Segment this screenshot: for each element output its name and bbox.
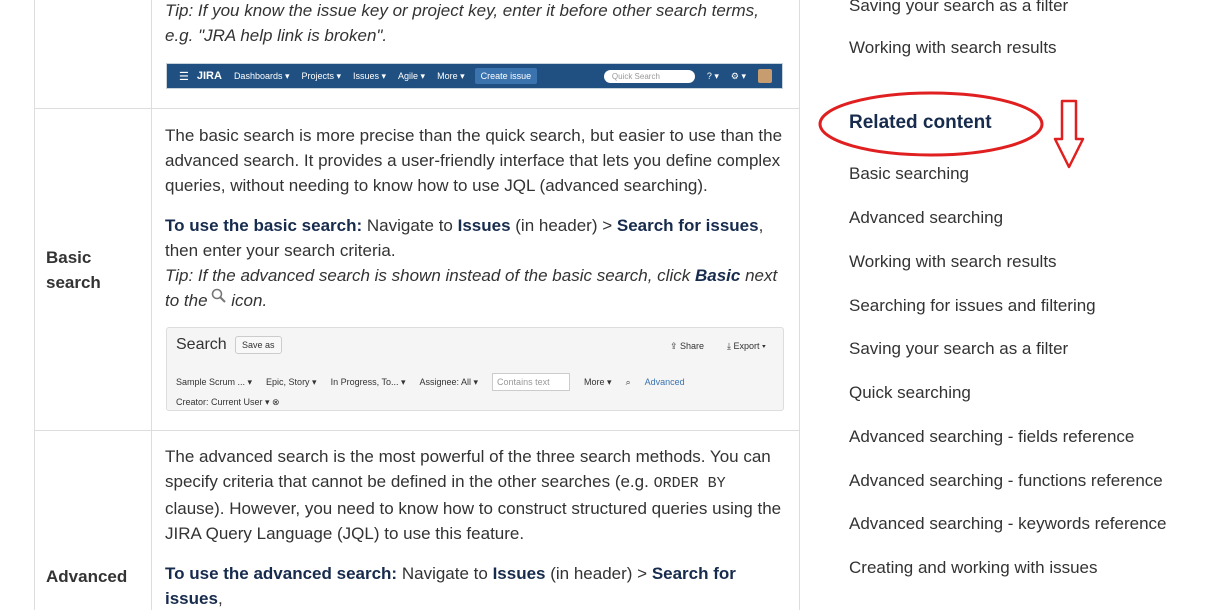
basic-term: Basic <box>694 266 741 285</box>
basic-search-howto: To use the basic search: Navigate to Iss… <box>165 213 785 263</box>
related-link-keywords-reference[interactable]: Advanced searching - keywords reference <box>849 514 1167 534</box>
nav-more: More ▾ <box>437 70 465 81</box>
contains-text-field: Contains text <box>492 373 571 391</box>
sidebar-link[interactable]: Working with search results <box>849 38 1057 58</box>
jira-header-screenshot: ☰ JIRA Dashboards ▾ Projects ▾ Issues ▾ … <box>166 63 783 89</box>
basic-search-label: Basic search <box>46 248 101 292</box>
advanced-search-label: Advanced <box>46 567 128 586</box>
filter-project: Sample Scrum ... ▾ <box>176 376 253 387</box>
related-content-heading: Related content <box>849 112 992 133</box>
howto-text: Navigate to <box>397 564 493 583</box>
row-divider <box>34 430 799 431</box>
menu-icon: ☰ <box>179 70 189 83</box>
issues-term: Issues <box>457 216 511 235</box>
tip-text: icon. <box>226 291 268 310</box>
share-button: ⇪ Share <box>670 341 705 351</box>
filter-type: Epic, Story ▾ <box>266 376 317 387</box>
tip-text: Tip: If the advanced search is shown ins… <box>165 266 695 285</box>
related-link-basic-searching[interactable]: Basic searching <box>849 164 969 184</box>
nav-issues: Issues ▾ <box>353 70 387 81</box>
related-link-fields-reference[interactable]: Advanced searching - fields reference <box>849 427 1134 447</box>
howto-text: Navigate to <box>362 216 458 235</box>
howto-text: (in header) > <box>545 564 652 583</box>
gear-icon: ⚙ ▾ <box>730 70 746 81</box>
issues-term: Issues <box>492 564 546 583</box>
nav-projects: Projects ▾ <box>301 70 342 81</box>
basic-search-description: The basic search is more precise than th… <box>165 123 785 313</box>
related-link-creating-issues[interactable]: Creating and working with issues <box>849 558 1098 578</box>
nav-dashboards: Dashboards ▾ <box>233 70 290 81</box>
save-as-button: Save as <box>235 336 282 354</box>
basic-search-desc-text: The basic search is more precise than th… <box>165 126 783 195</box>
filter-assignee: Assignee: All ▾ <box>419 376 479 387</box>
related-link-working-with-results[interactable]: Working with search results <box>849 252 1057 272</box>
desc-text: clause). However, you need to know how t… <box>165 499 782 543</box>
search-title: Search <box>176 336 227 353</box>
column-divider <box>151 0 152 610</box>
advanced-search-howto: To use the advanced search: Navigate to … <box>165 561 785 611</box>
related-link-functions-reference[interactable]: Advanced searching - functions reference <box>849 471 1163 491</box>
basic-search-screenshot: Search Save as ⇪ Share ⤓ Export ▾ Sample… <box>166 327 784 411</box>
create-issue-button: Create issue <box>474 68 538 84</box>
related-link-searching-filtering[interactable]: Searching for issues and filtering <box>849 296 1096 316</box>
search-icon <box>211 288 226 303</box>
howto-bold: To use the advanced search: <box>165 564 398 583</box>
basic-search-tip: Tip: If the advanced search is shown ins… <box>165 263 785 313</box>
related-link-advanced-searching[interactable]: Advanced searching <box>849 208 1003 228</box>
advanced-link: Advanced <box>644 377 685 387</box>
avatar <box>758 69 772 83</box>
jira-logo: JIRA <box>196 70 222 82</box>
quick-search-field: Quick Search <box>603 69 695 83</box>
order-by-code: ORDER BY <box>653 475 726 492</box>
related-link-quick-searching[interactable]: Quick searching <box>849 383 971 403</box>
sidebar-link[interactable]: Saving your search as a filter <box>849 0 1068 16</box>
filter-creator: Creator: Current User ▾ ⊗ <box>176 397 280 407</box>
search-icon: ⌕ <box>625 376 631 387</box>
filter-more: More ▾ <box>584 376 612 387</box>
nav-agile: Agile ▾ <box>398 70 426 81</box>
search-for-issues-term: Search for issues <box>616 216 759 235</box>
row-divider <box>34 108 799 109</box>
howto-bold: To use the basic search: <box>165 216 363 235</box>
howto-text: , <box>217 589 223 608</box>
export-button: ⤓ Export ▾ <box>727 341 766 351</box>
related-link-saving-filter[interactable]: Saving your search as a filter <box>849 339 1068 359</box>
quick-search-tip: Tip: If you know the issue key or projec… <box>165 1 759 45</box>
help-icon: ? ▾ <box>706 70 719 81</box>
filter-bar: Sample Scrum ... ▾ Epic, Story ▾ In Prog… <box>176 373 699 391</box>
advanced-search-description: The advanced search is the most powerful… <box>165 444 785 611</box>
advanced-desc-text: The advanced search is the most powerful… <box>165 444 785 546</box>
howto-text: (in header) > <box>510 216 617 235</box>
filter-status: In Progress, To... ▾ <box>330 376 406 387</box>
down-arrow-icon <box>1053 99 1085 169</box>
